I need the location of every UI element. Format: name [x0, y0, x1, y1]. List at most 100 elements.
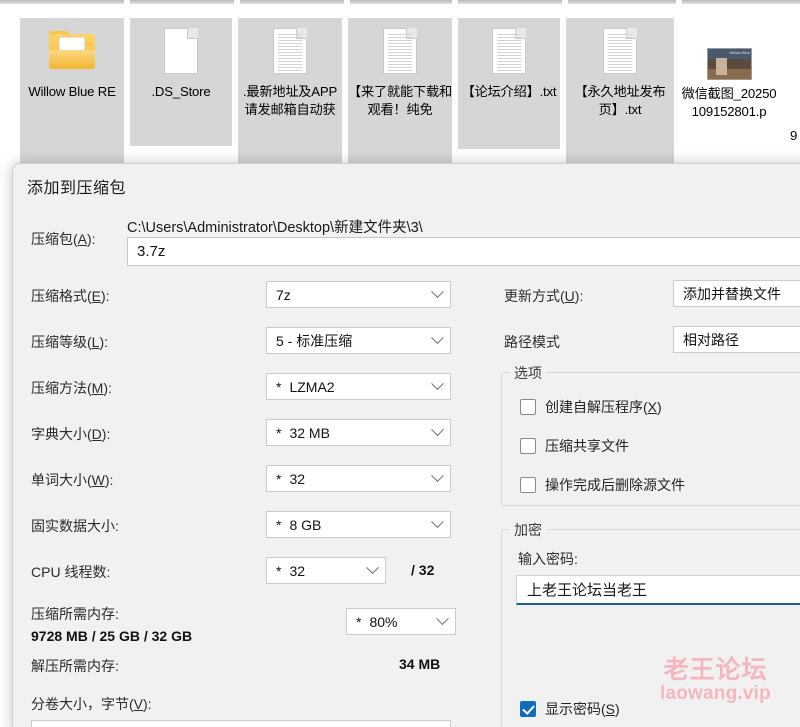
option-label: 创建自解压程序(X)	[545, 399, 662, 415]
default-marker: *	[276, 470, 282, 487]
default-marker: *	[276, 424, 282, 441]
compression-format-label: 压缩格式(E):	[31, 288, 110, 304]
add-to-archive-dialog: 添加到压缩包 压缩包(A): C:\Users\Administrator\De…	[12, 163, 800, 727]
compression-format-select[interactable]: 7z	[266, 281, 451, 308]
desktop-icon-wechat-screenshot[interactable]: Willow Blue 微信截图_20250109152801.p	[680, 18, 778, 168]
cpu-threads-select[interactable]: * 32	[266, 557, 386, 584]
compression-method-label: 压缩方法(M):	[31, 380, 112, 396]
archive-label: 压缩包(A):	[31, 231, 96, 247]
desktop-icon-label: Willow Blue RE	[28, 84, 116, 99]
decompress-memory-value: 34 MB	[399, 656, 441, 672]
text-document-icon	[483, 26, 535, 76]
chevron-down-icon	[431, 284, 444, 298]
option-label: 操作完成后删除源文件	[545, 477, 685, 493]
desktop-icon-label: 【论坛介绍】.txt	[461, 84, 557, 99]
desktop-icon-label: 【来了就能下载和观看！纯免	[348, 84, 452, 117]
cpu-threads-value: 32	[289, 562, 306, 579]
compression-level-value: 5 - 标准压缩	[276, 332, 353, 349]
chevron-down-icon	[431, 422, 444, 436]
checkbox-icon[interactable]	[520, 438, 536, 454]
folder-icon	[46, 26, 98, 76]
dictionary-size-label: 字典大小(D):	[31, 426, 111, 442]
archive-path: C:\Users\Administrator\Desktop\新建文件夹\3\	[127, 220, 423, 236]
compress-memory-label: 压缩所需内存:	[31, 606, 119, 622]
compression-method-value: LZMA2	[289, 378, 335, 395]
compress-memory-value: 9728 MB / 25 GB / 32 GB	[31, 628, 193, 644]
dictionary-size-value: 32 MB	[289, 424, 330, 441]
password-value: 上老王论坛当老王	[527, 582, 648, 599]
default-marker: *	[276, 516, 282, 533]
word-size-label: 单词大小(W):	[31, 472, 114, 488]
checkbox-icon[interactable]	[520, 399, 536, 415]
compression-level-label: 压缩等级(L):	[31, 334, 109, 350]
text-document-icon	[264, 26, 316, 76]
option-create-sfx[interactable]: 创建自解压程序(X)	[520, 397, 662, 417]
desktop-background: Willow Blue RE .DS_Store .最新地址及APP请发邮箱自动…	[0, 0, 800, 170]
solid-block-size-value: 8 GB	[289, 516, 322, 533]
dialog-title: 添加到压缩包	[27, 180, 127, 197]
blank-page-icon	[155, 26, 207, 76]
path-mode-value: 相对路径	[683, 331, 739, 348]
archive-label-text: 压缩包	[31, 231, 73, 247]
split-volume-select[interactable]	[31, 720, 451, 727]
option-compress-shared-files[interactable]: 压缩共享文件	[520, 436, 629, 456]
default-marker: *	[276, 562, 282, 579]
cpu-threads-max: / 32	[411, 562, 435, 578]
chevron-down-icon	[431, 376, 444, 390]
default-marker: *	[356, 613, 362, 630]
option-delete-source-after[interactable]: 操作完成后删除源文件	[520, 475, 685, 495]
chevron-down-icon	[366, 560, 379, 574]
window-top-edge	[0, 0, 800, 4]
memory-percent-select[interactable]: * 80%	[346, 608, 456, 635]
chevron-down-icon	[431, 514, 444, 528]
chevron-down-icon	[431, 330, 444, 344]
checkbox-checked-icon[interactable]	[520, 701, 536, 717]
desktop-icon-label: 【永久地址发布页】.txt	[574, 84, 666, 117]
desktop-icon-label: 微信截图_20250109152801.p	[681, 86, 777, 119]
text-document-icon	[374, 26, 426, 76]
checkbox-icon[interactable]	[520, 477, 536, 493]
archive-name-value: 3.7z	[137, 243, 166, 260]
desktop-icon-label: .DS_Store	[151, 84, 211, 99]
solid-block-size-select[interactable]: * 8 GB	[266, 511, 451, 538]
desktop-icon-willow-blue-re[interactable]: Willow Blue RE	[20, 18, 124, 168]
desktop-icon-permanent-address[interactable]: 【永久地址发布页】.txt	[566, 18, 674, 168]
word-size-select[interactable]: * 32	[266, 465, 451, 492]
encryption-group-title: 加密	[509, 520, 547, 540]
path-mode-select[interactable]: 相对路径	[673, 326, 800, 353]
dictionary-size-select[interactable]: * 32 MB	[266, 419, 451, 446]
cpu-threads-label: CPU 线程数:	[31, 564, 111, 580]
memory-percent-value: 80%	[369, 613, 398, 630]
compression-method-select[interactable]: * LZMA2	[266, 373, 451, 400]
decompress-memory-label: 解压所需内存:	[31, 658, 119, 674]
option-label: 压缩共享文件	[545, 438, 629, 454]
update-mode-value: 添加并替换文件	[683, 285, 781, 302]
screen: Willow Blue RE .DS_Store .最新地址及APP请发邮箱自动…	[0, 0, 800, 727]
archive-name-input[interactable]: 3.7z	[127, 237, 800, 266]
desktop-icon-edge-partial: 9	[790, 128, 798, 143]
show-password-label: 显示密码(S)	[545, 701, 620, 717]
show-password-checkbox-row[interactable]: 显示密码(S)	[520, 699, 620, 719]
archive-accelerator: A	[77, 231, 88, 247]
chevron-down-icon	[431, 468, 444, 482]
update-mode-label: 更新方式(U):	[504, 288, 584, 304]
desktop-icon-ds-store[interactable]: .DS_Store	[130, 18, 232, 146]
desktop-icon-latest-address[interactable]: .最新地址及APP请发邮箱自动获	[238, 18, 342, 170]
image-thumbnail-icon: Willow Blue	[703, 42, 755, 80]
path-mode-label: 路径模式	[504, 334, 560, 350]
solid-block-size-label: 固实数据大小:	[31, 518, 119, 534]
password-label: 输入密码:	[518, 551, 578, 567]
compression-level-select[interactable]: 5 - 标准压缩	[266, 327, 451, 354]
chevron-down-icon	[436, 611, 449, 625]
desktop-icon-label: .最新地址及APP请发邮箱自动获	[242, 84, 338, 117]
default-marker: *	[276, 378, 282, 395]
desktop-icon-forum-intro[interactable]: 【论坛介绍】.txt	[458, 18, 560, 149]
compression-format-value: 7z	[276, 286, 291, 303]
split-volume-label: 分卷大小，字节(V):	[31, 696, 152, 712]
desktop-icon-free-download[interactable]: 【来了就能下载和观看！纯免	[348, 18, 452, 170]
update-mode-select[interactable]: 添加并替换文件	[673, 280, 800, 307]
options-group-title: 选项	[509, 363, 547, 383]
text-document-icon	[594, 26, 646, 76]
password-input[interactable]: 上老王论坛当老王	[516, 575, 800, 605]
word-size-value: 32	[289, 470, 306, 487]
